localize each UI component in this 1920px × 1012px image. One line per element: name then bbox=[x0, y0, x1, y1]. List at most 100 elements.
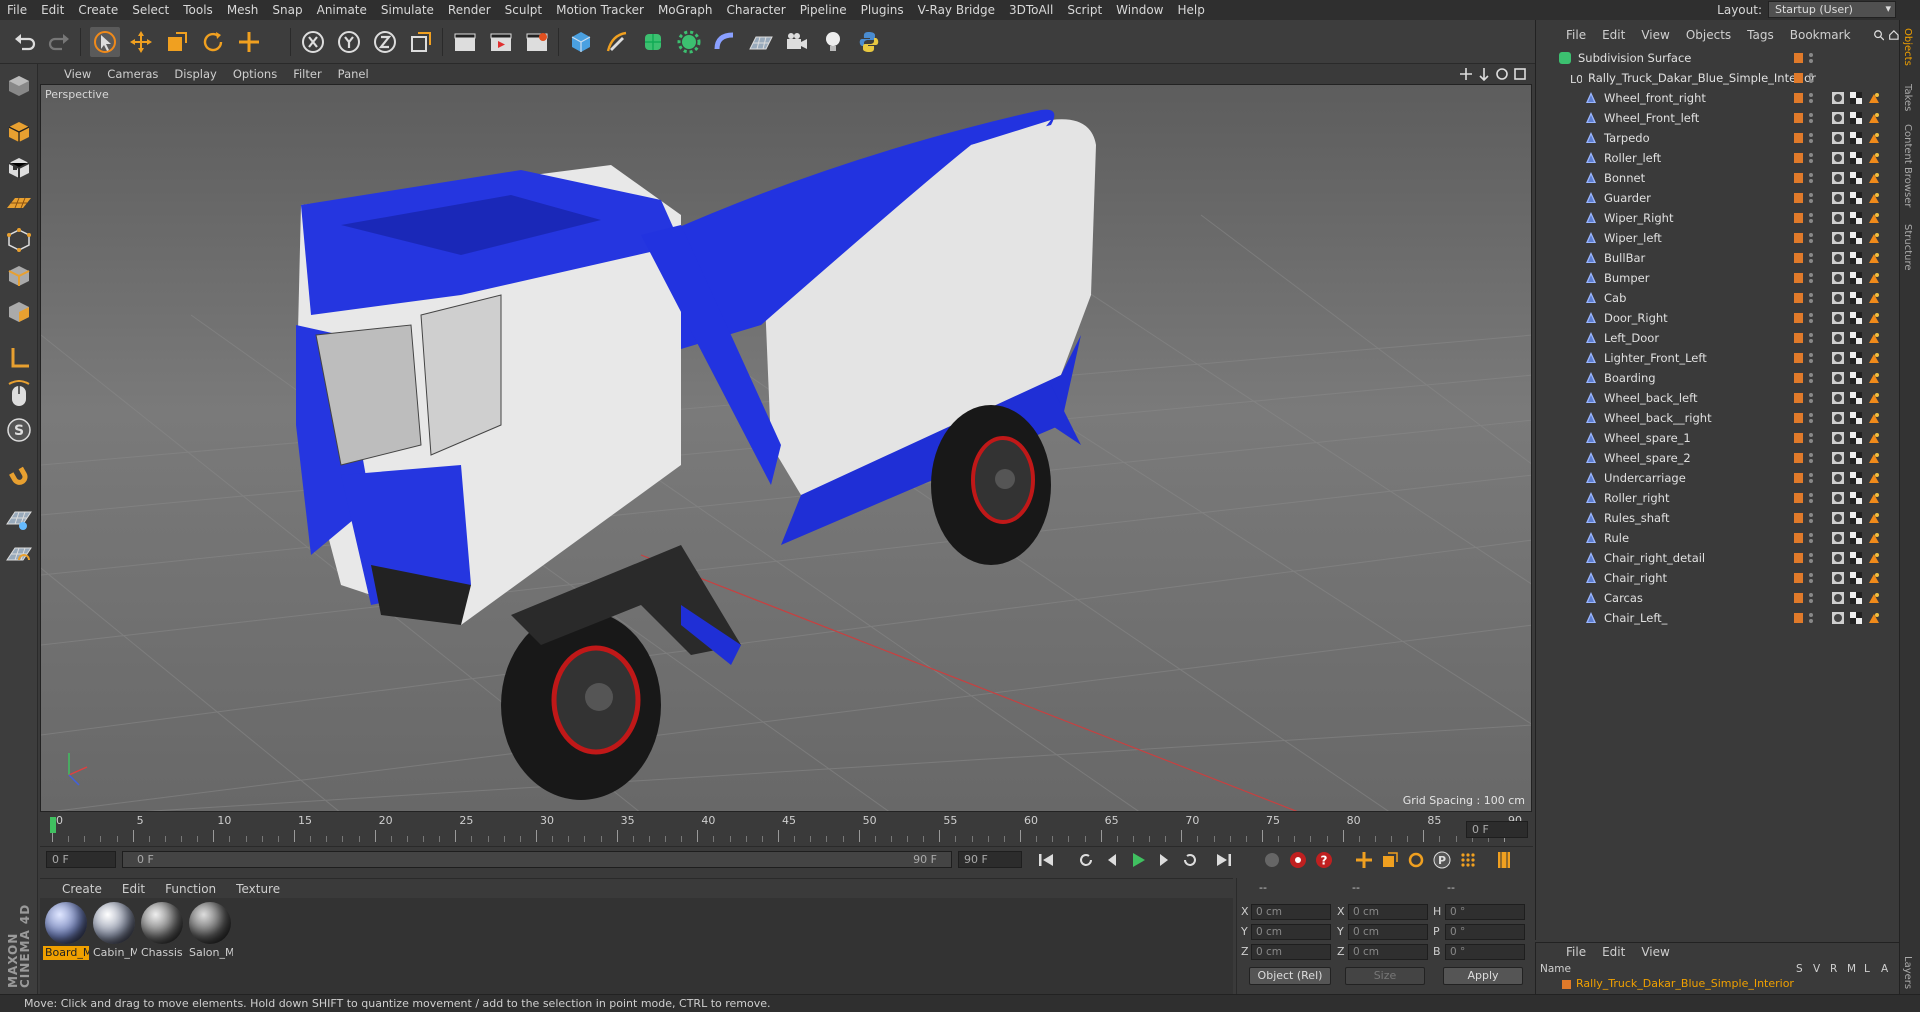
object-menu-edit[interactable]: Edit bbox=[1594, 28, 1633, 42]
selection-tag-icon[interactable] bbox=[1867, 431, 1881, 445]
phong-tag-icon[interactable] bbox=[1831, 311, 1845, 325]
layout-select[interactable]: Startup (User) bbox=[1768, 1, 1896, 18]
prev-frame-button[interactable] bbox=[1100, 848, 1124, 872]
phong-tag-icon[interactable] bbox=[1831, 171, 1845, 185]
layer-color-dot[interactable] bbox=[1794, 613, 1803, 623]
selection-tag-icon[interactable] bbox=[1867, 351, 1881, 365]
menu-script[interactable]: Script bbox=[1060, 3, 1109, 17]
end-frame-field[interactable]: 90 F bbox=[958, 851, 1022, 868]
menu-render[interactable]: Render bbox=[441, 3, 498, 17]
menu-3dtoall[interactable]: 3DToAll bbox=[1002, 3, 1060, 17]
texture-mode-button[interactable] bbox=[3, 152, 35, 184]
object-row[interactable]: Tarpedo bbox=[1536, 128, 1900, 148]
key-parameter-button[interactable]: P bbox=[1430, 848, 1454, 872]
texture-tag-icon[interactable] bbox=[1849, 411, 1863, 425]
light-button[interactable] bbox=[818, 27, 848, 57]
menu-plugins[interactable]: Plugins bbox=[854, 3, 911, 17]
selection-tag-icon[interactable] bbox=[1867, 291, 1881, 305]
scale-tool-button[interactable] bbox=[162, 27, 192, 57]
visibility-toggle[interactable] bbox=[1808, 492, 1814, 504]
object-menu-objects[interactable]: Objects bbox=[1678, 28, 1739, 42]
object-row[interactable]: Undercarriage bbox=[1536, 468, 1900, 488]
viewport-menu-view[interactable]: View bbox=[56, 67, 99, 81]
texture-tag-icon[interactable] bbox=[1849, 491, 1863, 505]
rotation-b-field[interactable]: 0 ° bbox=[1445, 944, 1525, 960]
object-group-row[interactable]: L0 Rally_Truck_Dakar_Blue_Simple_Interior bbox=[1536, 68, 1900, 88]
layer-color-dot[interactable] bbox=[1794, 153, 1803, 163]
visibility-toggle[interactable] bbox=[1808, 272, 1814, 284]
polygons-mode-button[interactable] bbox=[3, 296, 35, 328]
menu-sculpt[interactable]: Sculpt bbox=[498, 3, 549, 17]
viewport-camera-label[interactable]: Perspective bbox=[45, 88, 109, 101]
phong-tag-icon[interactable] bbox=[1831, 151, 1845, 165]
maximize-view-icon[interactable] bbox=[1513, 67, 1527, 81]
transform-tool-button[interactable] bbox=[234, 27, 264, 57]
size-z-field[interactable]: 0 cm bbox=[1348, 944, 1428, 960]
visibility-toggle[interactable] bbox=[1808, 592, 1814, 604]
redo-button[interactable] bbox=[44, 27, 74, 57]
object-row[interactable]: Chair_right bbox=[1536, 568, 1900, 588]
phong-tag-icon[interactable] bbox=[1831, 391, 1845, 405]
phong-tag-icon[interactable] bbox=[1831, 251, 1845, 265]
menu-snap[interactable]: Snap bbox=[265, 3, 309, 17]
texture-tag-icon[interactable] bbox=[1849, 451, 1863, 465]
visibility-toggle[interactable] bbox=[1808, 412, 1814, 424]
visibility-toggle[interactable] bbox=[1808, 252, 1814, 264]
menu-animate[interactable]: Animate bbox=[310, 3, 374, 17]
menu-window[interactable]: Window bbox=[1109, 3, 1170, 17]
visibility-toggle[interactable] bbox=[1808, 472, 1814, 484]
rotate-tool-button[interactable] bbox=[198, 27, 228, 57]
layer-row[interactable]: Rally_Truck_Dakar_Blue_Simple_Interior bbox=[1540, 977, 1896, 992]
visibility-toggle[interactable] bbox=[1808, 172, 1814, 184]
object-row[interactable]: Boarding bbox=[1536, 368, 1900, 388]
goto-start-button[interactable] bbox=[1034, 848, 1058, 872]
texture-tag-icon[interactable] bbox=[1849, 551, 1863, 565]
phong-tag-icon[interactable] bbox=[1831, 351, 1845, 365]
tweak-mode-button[interactable] bbox=[3, 378, 35, 410]
phong-tag-icon[interactable] bbox=[1831, 111, 1845, 125]
timeline-ruler[interactable]: 051015202530354045505560657075808590 0 F bbox=[40, 814, 1533, 844]
layer-color-dot[interactable] bbox=[1794, 53, 1803, 63]
keyframe-selection-button[interactable]: ? bbox=[1312, 848, 1336, 872]
layer-menu-edit[interactable]: Edit bbox=[1594, 945, 1633, 959]
goto-end-button[interactable] bbox=[1212, 848, 1236, 872]
visibility-toggle[interactable] bbox=[1808, 332, 1814, 344]
key-rotation-button[interactable] bbox=[1404, 848, 1428, 872]
edges-mode-button[interactable] bbox=[3, 260, 35, 292]
timeline-layout-button[interactable] bbox=[1492, 848, 1516, 872]
render-view-button[interactable] bbox=[450, 27, 480, 57]
layer-color-dot[interactable] bbox=[1794, 173, 1803, 183]
menu-edit[interactable]: Edit bbox=[34, 3, 71, 17]
layer-color-dot[interactable] bbox=[1794, 313, 1803, 323]
texture-tag-icon[interactable] bbox=[1849, 431, 1863, 445]
selection-tag-icon[interactable] bbox=[1867, 171, 1881, 185]
phong-tag-icon[interactable] bbox=[1831, 191, 1845, 205]
visibility-toggle[interactable] bbox=[1808, 352, 1814, 364]
texture-tag-icon[interactable] bbox=[1849, 91, 1863, 105]
object-row[interactable]: Wheel_Front_left bbox=[1536, 108, 1900, 128]
object-row[interactable]: Wheel_spare_1 bbox=[1536, 428, 1900, 448]
selection-tag-icon[interactable] bbox=[1867, 251, 1881, 265]
coordinate-mode-dropdown[interactable]: Object (Rel) bbox=[1249, 967, 1331, 985]
make-editable-button[interactable] bbox=[3, 70, 35, 102]
selection-tag-icon[interactable] bbox=[1867, 391, 1881, 405]
layer-color-dot[interactable] bbox=[1794, 353, 1803, 363]
current-frame-field[interactable]: 0 F bbox=[1466, 821, 1528, 838]
texture-tag-icon[interactable] bbox=[1849, 331, 1863, 345]
layer-color-dot[interactable] bbox=[1794, 573, 1803, 583]
visibility-toggle[interactable] bbox=[1808, 192, 1814, 204]
menu-help[interactable]: Help bbox=[1170, 3, 1211, 17]
cloner-button[interactable] bbox=[674, 27, 704, 57]
current-frame-marker[interactable] bbox=[50, 817, 56, 833]
object-row[interactable]: Guarder bbox=[1536, 188, 1900, 208]
snap-button[interactable]: S bbox=[3, 414, 35, 446]
object-row[interactable]: Wheel_front_right bbox=[1536, 88, 1900, 108]
layer-color-dot[interactable] bbox=[1794, 93, 1803, 103]
texture-tag-icon[interactable] bbox=[1849, 111, 1863, 125]
phong-tag-icon[interactable] bbox=[1831, 591, 1845, 605]
selection-tag-icon[interactable] bbox=[1867, 211, 1881, 225]
layer-color-dot[interactable] bbox=[1794, 113, 1803, 123]
object-row[interactable]: Cab bbox=[1536, 288, 1900, 308]
material-menu-function[interactable]: Function bbox=[155, 882, 226, 896]
object-menu-file[interactable]: File bbox=[1558, 28, 1594, 42]
